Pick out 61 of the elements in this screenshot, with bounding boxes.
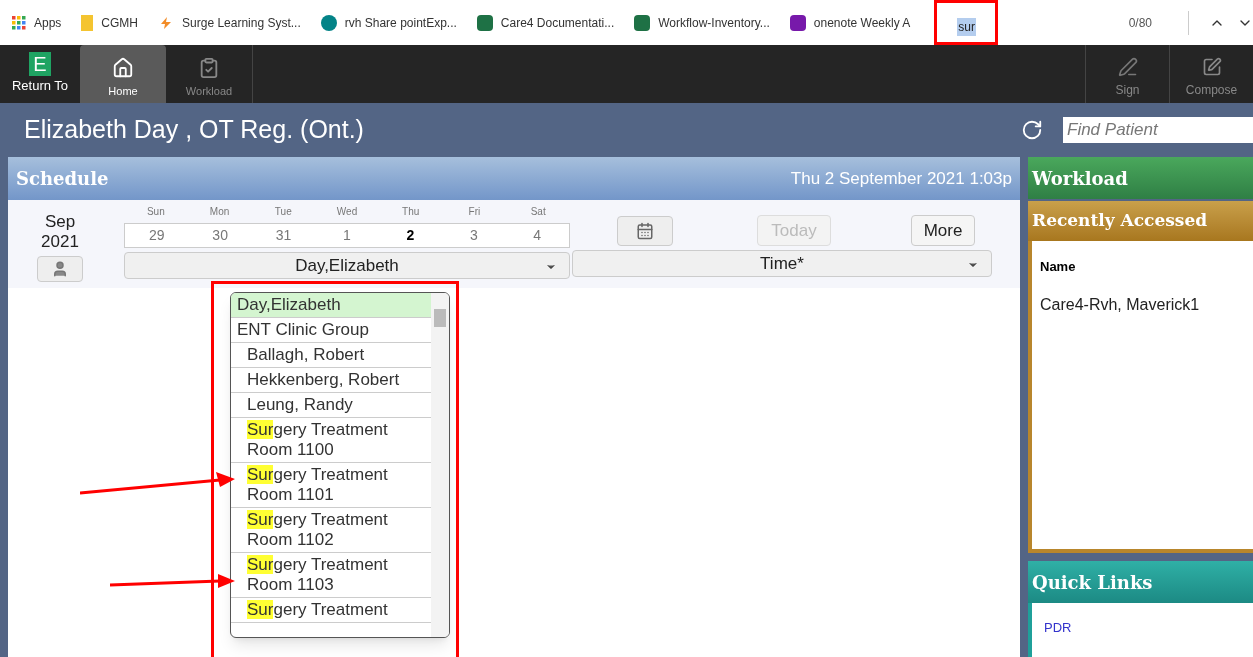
calendar-button[interactable]	[617, 216, 673, 246]
more-button[interactable]: More	[911, 215, 975, 246]
scrollbar-thumb[interactable]	[434, 309, 446, 327]
bookmark[interactable]: Care4 Documentati...	[476, 13, 615, 32]
date-cell[interactable]: 3	[442, 225, 506, 246]
person-icon	[51, 260, 69, 278]
month-label: Sep	[44, 212, 76, 232]
weekday-label: Fri	[467, 205, 482, 219]
date-cell[interactable]: 4	[505, 225, 569, 246]
bookmark[interactable]: Apps	[12, 13, 62, 32]
bookmark[interactable]: rvh Share pointExp...	[320, 13, 457, 32]
bookmark[interactable]: Workflow-Inventory...	[634, 13, 770, 32]
date-cell[interactable]: 30	[188, 225, 252, 246]
spreadsheet-icon	[634, 14, 651, 31]
toolbar-button[interactable]: Sign	[1085, 45, 1169, 103]
page-title: Elizabeth Day , OT Reg. (Ont.)	[24, 114, 364, 146]
date-cell[interactable]: 1	[315, 225, 379, 246]
column-header: Name	[1040, 258, 1077, 276]
bookmark[interactable]: CGMH	[81, 13, 139, 32]
calendar-icon	[636, 222, 654, 240]
weekday-label: Thu	[401, 205, 421, 219]
quick-link[interactable]: PDR	[1044, 620, 1072, 635]
schedule-header: Schedule Thu 2 September 2021 1:03p	[8, 157, 1020, 200]
dropdown-option[interactable]: Day,Elizabeth	[231, 293, 431, 318]
provider-select[interactable]: Day,Elizabeth	[124, 252, 570, 279]
apps-grid-icon	[12, 15, 26, 30]
person-button[interactable]	[37, 256, 83, 282]
find-patient-field[interactable]: Find Patient	[1063, 117, 1253, 143]
clipboard-icon	[198, 56, 220, 79]
logo-icon: E	[29, 52, 51, 77]
patient-row[interactable]: Care4-Rvh, Maverick1	[1040, 292, 1245, 317]
view-select[interactable]: Time*	[572, 250, 992, 277]
return-to-button[interactable]: E Return To	[0, 45, 80, 103]
date-cell[interactable]: 29	[125, 225, 189, 246]
weekday-label: Mon	[208, 205, 231, 219]
find-field[interactable]: sur	[957, 17, 976, 36]
workload-header: Workload	[1028, 157, 1253, 199]
recently-accessed-header: Recently Accessed	[1028, 201, 1253, 241]
spreadsheet-icon	[476, 14, 493, 31]
match-count: 0/80	[1128, 14, 1152, 32]
bookmark-icon	[81, 14, 94, 31]
toolbar-button[interactable]: Home	[80, 45, 166, 103]
weekday-label: Tue	[273, 205, 293, 219]
weekday-label: Wed	[335, 205, 359, 219]
date-cell[interactable]: 2	[378, 225, 443, 246]
pen-icon	[1117, 57, 1138, 77]
weekday-label: Sun	[145, 205, 166, 219]
refresh-icon[interactable]	[1021, 119, 1043, 141]
toolbar-button[interactable]: Compose	[1169, 45, 1253, 103]
quick-links-header: Quick Links	[1028, 561, 1253, 603]
bookmark[interactable]: Surge Learning Syst...	[158, 13, 301, 32]
compose-icon	[1201, 57, 1222, 77]
home-icon	[112, 56, 134, 79]
bookmark[interactable]: onenote Weekly A	[789, 13, 911, 32]
year-label: 2021	[41, 232, 79, 252]
scrollbar[interactable]	[431, 293, 449, 637]
weekday-label: Sat	[529, 205, 547, 219]
notebook-icon	[789, 14, 806, 31]
dropdown-option[interactable]: Surgery Treatment	[231, 598, 431, 623]
toolbar-button[interactable]: Workload	[166, 45, 252, 103]
date-cell[interactable]: 31	[251, 225, 316, 246]
